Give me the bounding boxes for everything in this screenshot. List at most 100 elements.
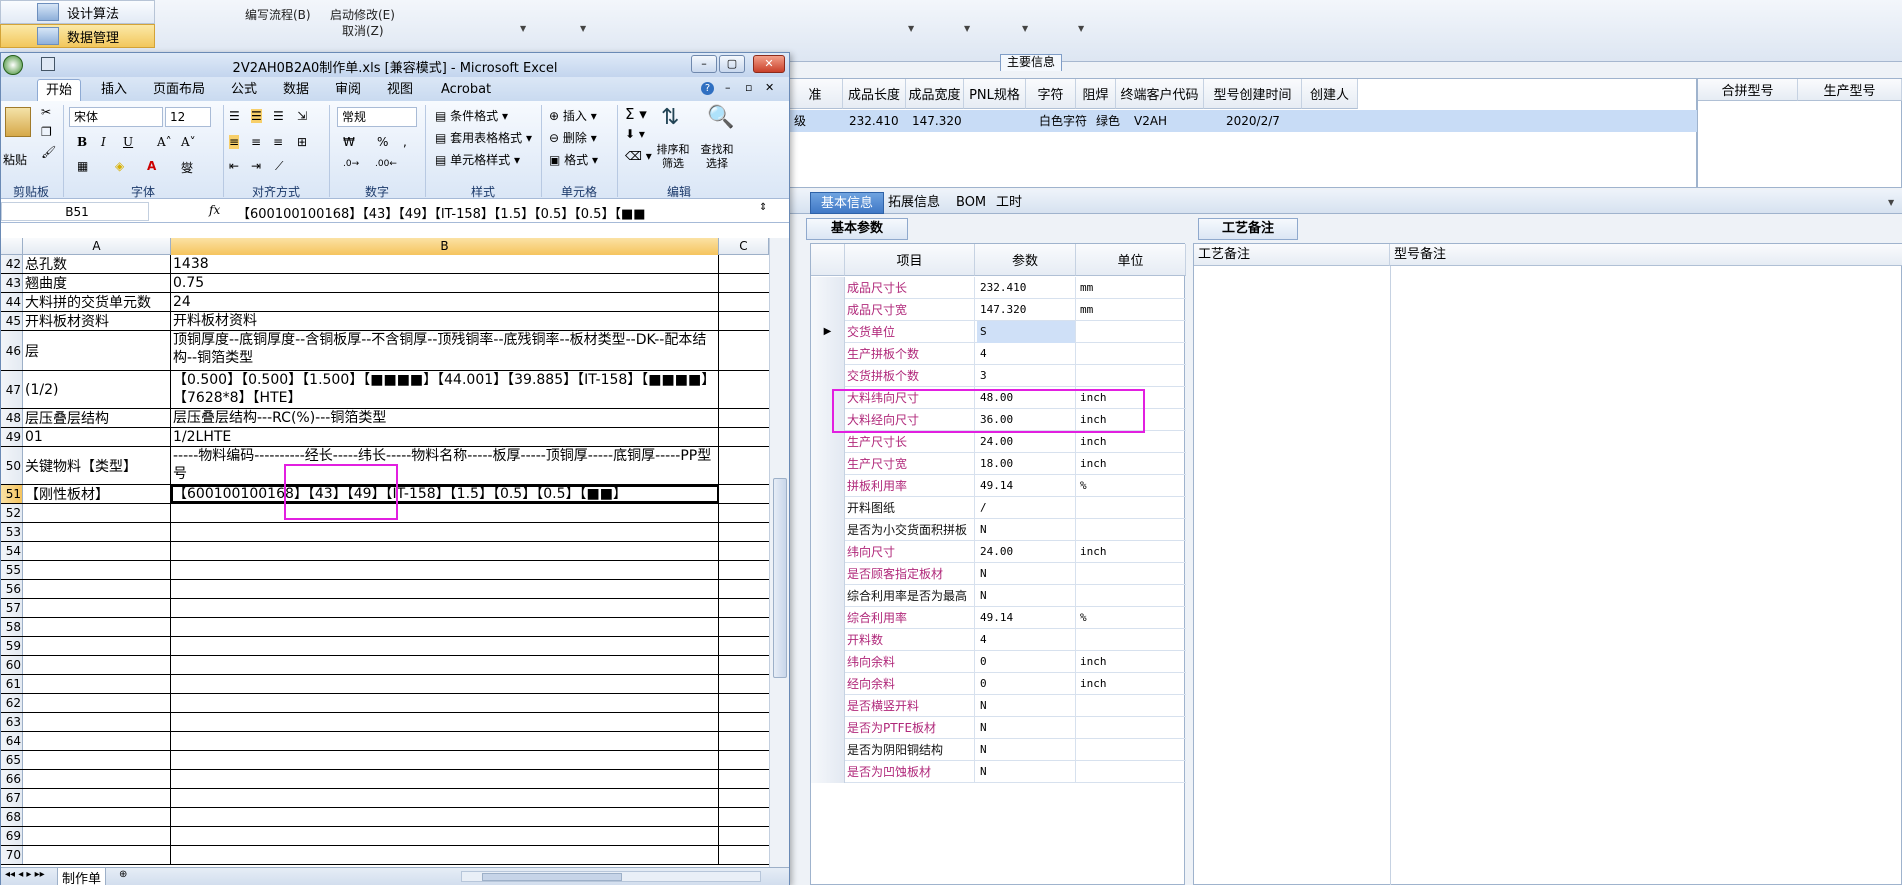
col-header-process-remark[interactable]: 工艺备注: [1194, 244, 1390, 266]
cell-c[interactable]: [719, 789, 769, 807]
cell-a[interactable]: [23, 618, 171, 636]
param-value[interactable]: 232.410: [977, 277, 1076, 299]
param-row[interactable]: 综合利用率是否为最高 N: [811, 585, 1186, 607]
cell-c[interactable]: [719, 808, 769, 826]
align-left-icon[interactable]: ≡: [229, 135, 240, 149]
cell-b[interactable]: 层压叠层结构---RC(%)---铜箔类型: [171, 409, 719, 427]
tab-home[interactable]: 开始: [37, 79, 82, 101]
row-number[interactable]: 60: [1, 656, 23, 674]
cell-c[interactable]: [719, 675, 769, 693]
param-unit[interactable]: [1077, 343, 1187, 365]
param-row[interactable]: ▶ 交货单位 S: [811, 321, 1186, 343]
cell-b[interactable]: [171, 694, 719, 712]
cell-a[interactable]: 【刚性板材】: [23, 485, 171, 503]
wrap-text-icon[interactable]: ⇲: [297, 109, 307, 123]
param-value[interactable]: 0: [977, 673, 1076, 695]
col-header[interactable]: 成品长度: [843, 79, 906, 109]
close-button[interactable]: ✕: [753, 55, 785, 73]
autosum-icon[interactable]: Σ ▾: [625, 105, 647, 123]
row-number[interactable]: 62: [1, 694, 23, 712]
param-value[interactable]: 24.00: [977, 431, 1076, 453]
row-number[interactable]: 50: [1, 447, 23, 484]
row-number[interactable]: 54: [1, 542, 23, 560]
align-top-icon[interactable]: ☰: [229, 109, 240, 123]
horizontal-scrollbar[interactable]: [461, 871, 761, 882]
align-right-icon[interactable]: ≡: [273, 135, 283, 149]
cell-c[interactable]: [719, 751, 769, 769]
cell-b[interactable]: [171, 789, 719, 807]
col-header-param[interactable]: 参数: [975, 244, 1076, 276]
sort-filter-icon[interactable]: ⇅: [661, 105, 679, 130]
param-row[interactable]: 交货拼板个数 3: [811, 365, 1186, 387]
col-header-a[interactable]: A: [23, 238, 171, 255]
sidebar-item-design-algorithm[interactable]: 设计算法: [0, 0, 155, 24]
param-row[interactable]: 是否为阴阳铜结构 N: [811, 739, 1186, 761]
decrease-decimal-icon[interactable]: .00←: [375, 159, 397, 169]
cell-c[interactable]: [719, 656, 769, 674]
sheet-tab[interactable]: 制作单: [57, 868, 107, 885]
cell-c[interactable]: [719, 713, 769, 731]
cell-a[interactable]: [23, 694, 171, 712]
cell-b[interactable]: 24: [171, 293, 719, 311]
decrease-indent-icon[interactable]: ⇤: [229, 159, 239, 173]
cell-b[interactable]: [171, 713, 719, 731]
param-unit[interactable]: inch: [1077, 541, 1187, 563]
cell-a[interactable]: [23, 675, 171, 693]
dropdown-arrow-icon[interactable]: ▼: [520, 24, 526, 33]
find-select-icon[interactable]: 🔍: [707, 105, 734, 130]
col-header-item[interactable]: 项目: [845, 244, 975, 276]
orientation-icon[interactable]: ⟋: [275, 159, 283, 174]
cell-b[interactable]: [171, 770, 719, 788]
tab-work-hours[interactable]: 工时: [986, 192, 1032, 214]
tab-extended-info[interactable]: 拓展信息: [878, 192, 950, 214]
param-value[interactable]: 3: [977, 365, 1076, 387]
fill-color-icon[interactable]: ◈: [115, 159, 124, 173]
cell-c[interactable]: [719, 542, 769, 560]
row-number[interactable]: 70: [1, 846, 23, 864]
cell-b[interactable]: [171, 751, 719, 769]
cell-c[interactable]: [719, 694, 769, 712]
cell-b[interactable]: 【600100100168】【43】【49】【IT-158】【1.5】【0.5】…: [171, 485, 719, 503]
col-header-b[interactable]: B: [171, 238, 719, 255]
name-box[interactable]: B51: [1, 202, 149, 221]
col-header-c[interactable]: C: [719, 238, 769, 255]
cancel-button[interactable]: 取消(Z): [342, 22, 384, 39]
new-sheet-icon[interactable]: ⊕: [119, 869, 127, 880]
dropdown-arrow-icon[interactable]: ▼: [1022, 24, 1028, 33]
cell-c[interactable]: [719, 770, 769, 788]
align-center-icon[interactable]: ≡: [251, 135, 261, 149]
param-row[interactable]: 是否为PTFE板材 N: [811, 717, 1186, 739]
sidebar-item-data-management[interactable]: 数据管理: [0, 24, 155, 48]
cell-c[interactable]: [719, 618, 769, 636]
row-number[interactable]: 48: [1, 409, 23, 427]
insert-function-icon[interactable]: fx: [209, 203, 220, 217]
cell-a[interactable]: [23, 770, 171, 788]
font-size-select[interactable]: 12: [165, 107, 211, 127]
cell-c[interactable]: [719, 312, 769, 330]
col-header-model-remark[interactable]: 型号备注: [1390, 244, 1902, 266]
param-row[interactable]: 生产尺寸宽 18.00 inch: [811, 453, 1186, 475]
paste-button[interactable]: 粘贴: [3, 151, 27, 168]
formula-expand-icon[interactable]: ⇕: [759, 202, 767, 213]
col-header[interactable]: 型号创建时间: [1204, 79, 1302, 109]
cell-b[interactable]: 【0.500】【0.500】【1.500】【■■■■】【44.001】【39.8…: [171, 371, 719, 408]
param-unit[interactable]: inch: [1077, 453, 1187, 475]
param-unit[interactable]: [1077, 563, 1187, 585]
param-value[interactable]: N: [977, 563, 1076, 585]
edit-flow-button[interactable]: 编写流程(B): [245, 6, 311, 23]
scroll-thumb[interactable]: [773, 478, 787, 678]
cell-a[interactable]: 大料拼的交货单元数: [23, 293, 171, 311]
cell-a[interactable]: [23, 713, 171, 731]
font-color-icon[interactable]: A: [147, 159, 156, 173]
dropdown-arrow-icon[interactable]: ▼: [1078, 24, 1084, 33]
param-row[interactable]: 成品尺寸宽 147.320 mm: [811, 299, 1186, 321]
cell-a[interactable]: 总孔数: [23, 255, 171, 273]
cell-a[interactable]: 层: [23, 331, 171, 370]
row-number[interactable]: 65: [1, 751, 23, 769]
select-all-corner[interactable]: [1, 238, 23, 255]
dropdown-arrow-icon[interactable]: ▼: [908, 24, 914, 33]
cell-c[interactable]: [719, 255, 769, 273]
col-header[interactable]: 字符: [1026, 79, 1076, 109]
cell-c[interactable]: [719, 637, 769, 655]
delete-cells-button[interactable]: ⊖ 删除 ▾: [549, 129, 597, 146]
